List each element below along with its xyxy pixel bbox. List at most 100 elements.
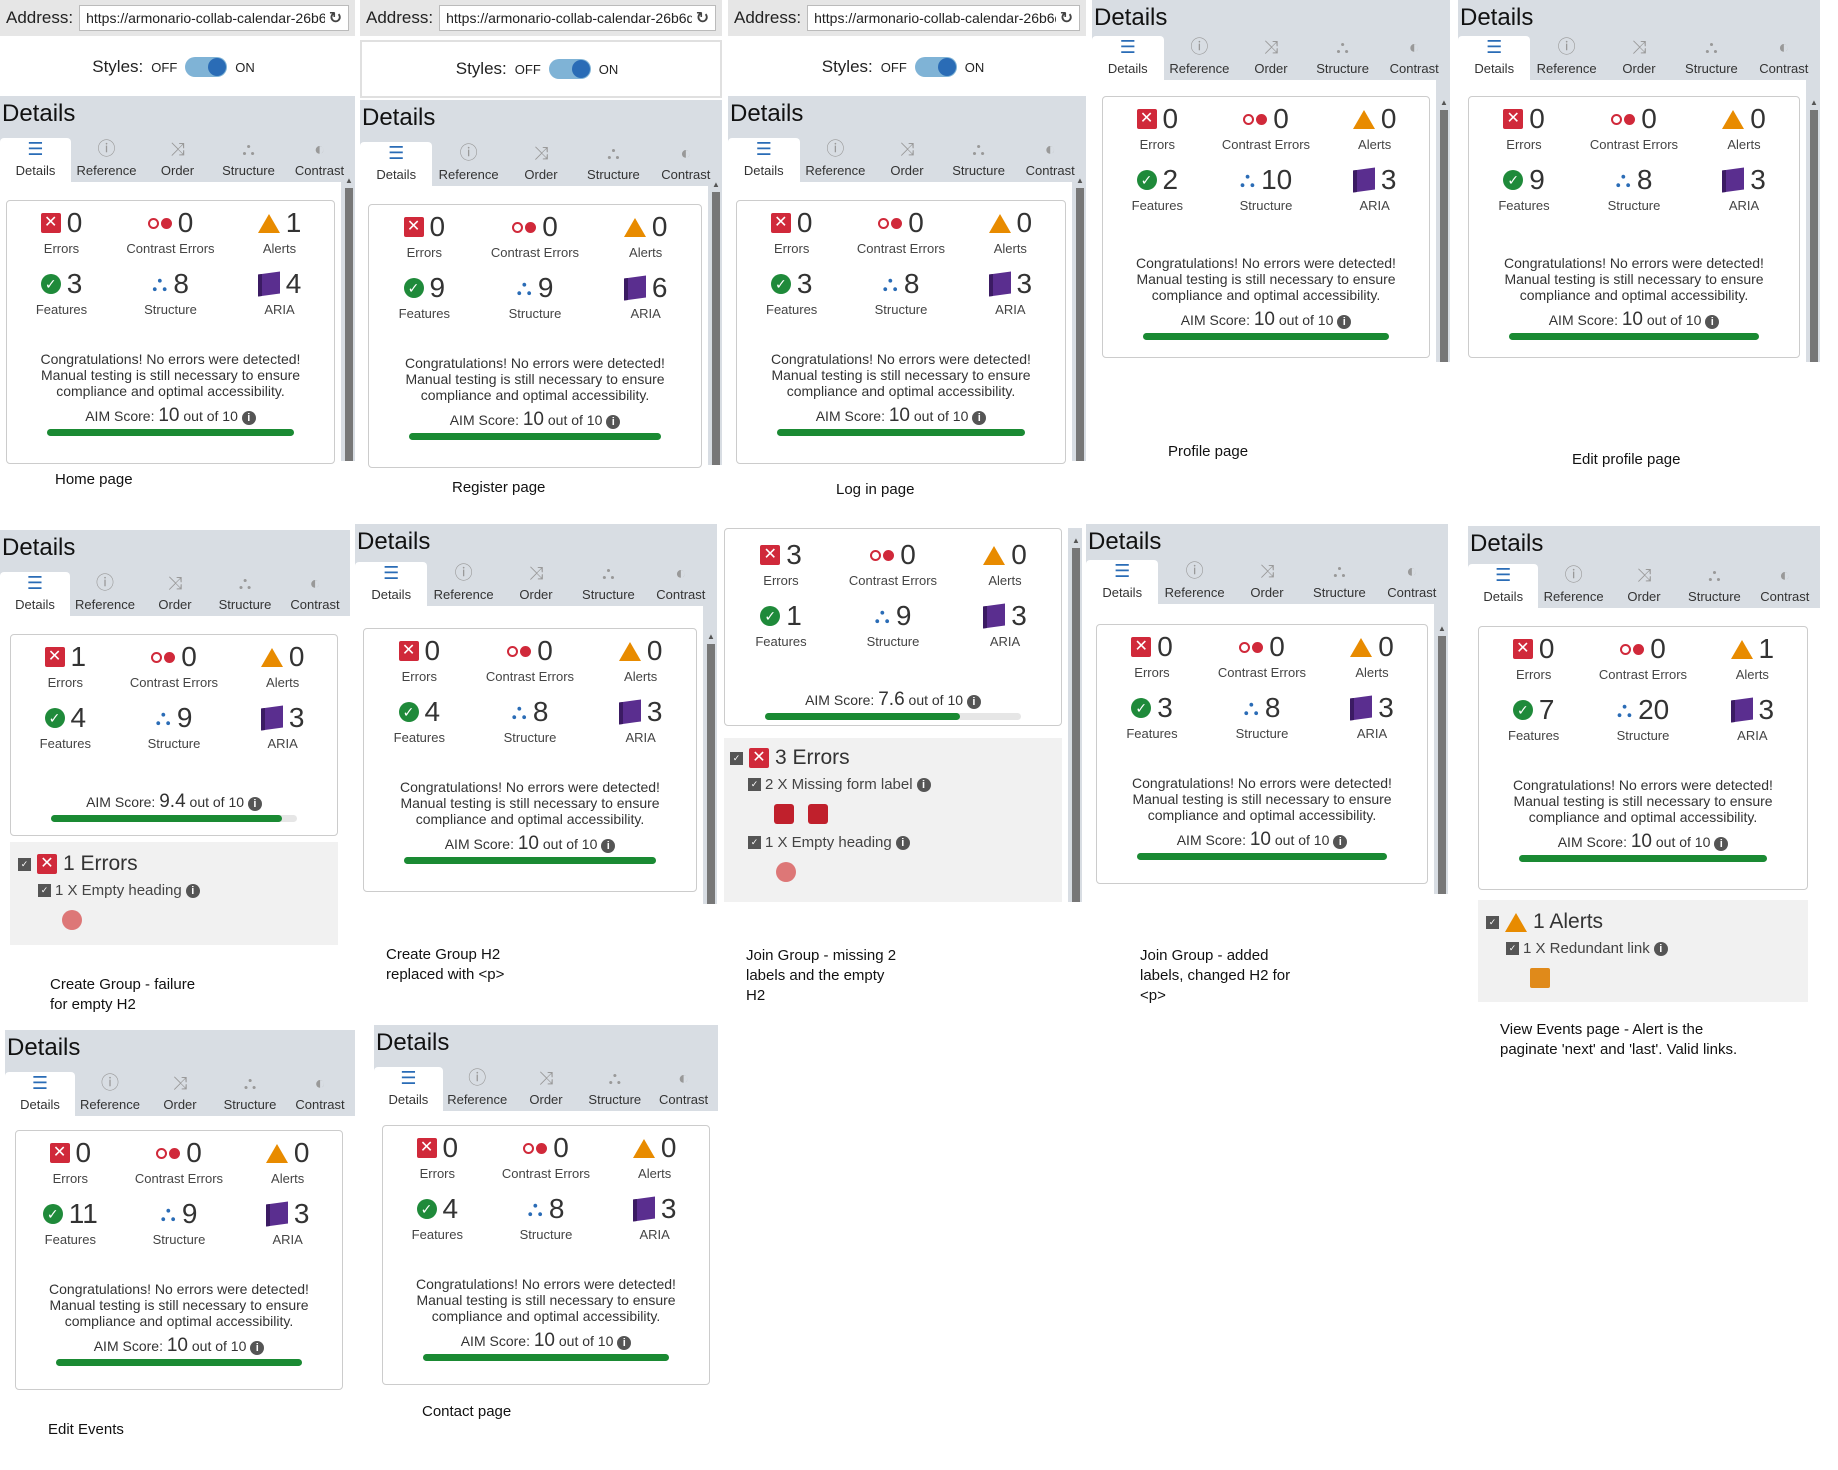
checkbox[interactable]: ✓ (38, 884, 51, 897)
scrollbar[interactable] (345, 176, 353, 461)
tab-details[interactable]: ☰ Details (360, 142, 433, 186)
tab-order[interactable]: ⤨ Order (1609, 564, 1679, 608)
scrollbar[interactable] (1076, 176, 1084, 461)
info-icon[interactable]: i (1705, 315, 1720, 329)
tab-details[interactable]: ☰ Details (1086, 560, 1159, 604)
tab-reference[interactable]: ⓘ Reference (71, 138, 142, 182)
info-icon[interactable]: i (1653, 941, 1668, 956)
tab-reference[interactable]: ⓘ Reference (432, 142, 504, 186)
scrollbar[interactable] (712, 180, 720, 465)
tab-details[interactable]: ☰ Details (374, 1067, 443, 1111)
tab-order[interactable]: ⤨ Order (145, 1072, 215, 1116)
tab-details[interactable]: ☰ Details (355, 562, 428, 606)
tab-structure[interactable]: ⛬ Structure (1675, 36, 1747, 80)
issue-item[interactable]: ✓ 1 X Empty heading i (748, 834, 910, 851)
tab-contrast[interactable]: ◐ Contrast (1376, 560, 1448, 604)
tab-structure[interactable]: ⛬ Structure (943, 138, 1015, 182)
tab-order[interactable]: ⤨ Order (1235, 36, 1307, 80)
info-icon[interactable]: i (601, 839, 616, 853)
info-icon[interactable]: i (247, 797, 262, 811)
tab-structure[interactable]: ⛬ Structure (572, 562, 644, 606)
info-icon[interactable]: i (606, 415, 621, 429)
checkbox[interactable]: ✓ (748, 778, 761, 791)
url-field[interactable]: https://armonario-collab-calendar-26b6de… (807, 5, 1080, 31)
empty-heading-icon[interactable] (62, 910, 82, 930)
checkbox[interactable]: ✓ (748, 836, 761, 849)
info-icon[interactable]: i (895, 835, 910, 850)
info-icon[interactable]: i (1337, 315, 1352, 329)
url-field[interactable]: https://armonario-collab-calendar-26b6de… (439, 5, 716, 31)
info-icon[interactable]: i (1714, 837, 1729, 851)
tab-order[interactable]: ⤨ Order (871, 138, 943, 182)
info-icon[interactable]: i (185, 883, 200, 898)
tab-order[interactable]: ⤨ Order (500, 562, 572, 606)
issue-item[interactable]: ✓ 2 X Missing form label i (748, 776, 931, 793)
tab-order[interactable]: ⤨ Order (1231, 560, 1303, 604)
info-icon[interactable]: i (250, 1341, 265, 1355)
tab-details[interactable]: ☰ Details (1458, 36, 1531, 80)
tab-details[interactable]: ☰ Details (1092, 36, 1164, 80)
tab-contrast[interactable]: ◐ Contrast (1748, 36, 1820, 80)
styles-toggle[interactable] (914, 57, 957, 77)
tab-structure[interactable]: ⛬ Structure (577, 142, 649, 186)
scrollbar[interactable] (1438, 624, 1446, 894)
tab-reference[interactable]: ⓘ Reference (1158, 560, 1230, 604)
tab-reference[interactable]: ⓘ Reference (443, 1067, 512, 1111)
scrollbar[interactable] (1440, 98, 1448, 362)
tab-reference[interactable]: ⓘ Reference (427, 562, 499, 606)
tab-contrast[interactable]: ◐ Contrast (1378, 36, 1450, 80)
tab-contrast[interactable]: ◐ Contrast (649, 1067, 718, 1111)
checkbox[interactable]: ✓ (730, 751, 743, 765)
info-icon[interactable]: i (966, 695, 981, 709)
tab-reference[interactable]: ⓘ Reference (800, 138, 872, 182)
tab-details[interactable]: ☰ Details (0, 138, 71, 182)
empty-heading-icon[interactable] (776, 862, 796, 882)
tab-details[interactable]: ☰ Details (0, 572, 70, 616)
info-icon[interactable]: i (972, 411, 987, 425)
styles-toggle[interactable] (185, 57, 228, 77)
issue-item[interactable]: ✓ 1 X Redundant link i (1506, 940, 1668, 957)
tab-contrast[interactable]: ◐ Contrast (645, 562, 717, 606)
tab-reference[interactable]: ⓘ Reference (1164, 36, 1236, 80)
tab-structure[interactable]: ⛬ Structure (580, 1067, 649, 1111)
info-icon[interactable]: i (617, 1336, 632, 1350)
tab-contrast[interactable]: ◐ Contrast (285, 1072, 355, 1116)
tab-structure[interactable]: ⛬ Structure (1307, 36, 1379, 80)
tab-reference[interactable]: ⓘ Reference (1538, 564, 1608, 608)
missing-label-icon[interactable] (774, 804, 794, 824)
redundant-link-icon[interactable] (1530, 968, 1550, 988)
info-icon[interactable]: i (1333, 835, 1348, 849)
tab-structure[interactable]: ⛬ Structure (1679, 564, 1749, 608)
issue-item[interactable]: ✓ 1 X Empty heading i (38, 882, 200, 899)
refresh-icon[interactable]: ↻ (1060, 8, 1073, 28)
styles-toggle[interactable] (548, 59, 591, 79)
tab-details[interactable]: ☰ Details (5, 1072, 75, 1116)
url-field[interactable]: https://armonario-collab-calendar-26b6de… (79, 5, 349, 31)
checkbox[interactable]: ✓ (1486, 915, 1499, 929)
tab-order[interactable]: ⤨ Order (142, 138, 213, 182)
info-icon[interactable]: i (241, 411, 256, 425)
tab-structure[interactable]: ⛬ Structure (215, 1072, 285, 1116)
tab-reference[interactable]: ⓘ Reference (70, 572, 140, 616)
tab-details[interactable]: ☰ Details (1468, 564, 1539, 608)
tab-order[interactable]: ⤨ Order (505, 142, 577, 186)
refresh-icon[interactable]: ↻ (696, 8, 709, 28)
tab-contrast[interactable]: ◐ Contrast (280, 572, 350, 616)
tab-structure[interactable]: ⛬ Structure (1303, 560, 1375, 604)
info-icon[interactable]: i (916, 777, 931, 792)
refresh-icon[interactable]: ↻ (329, 8, 342, 28)
tab-structure[interactable]: ⛬ Structure (213, 138, 284, 182)
tab-contrast[interactable]: ◐ Contrast (1750, 564, 1820, 608)
scrollbar[interactable] (707, 632, 715, 904)
tab-details[interactable]: ☰ Details (728, 138, 800, 182)
checkbox[interactable]: ✓ (1506, 942, 1519, 955)
scrollbar[interactable] (1810, 98, 1818, 362)
tab-reference[interactable]: ⓘ Reference (75, 1072, 145, 1116)
tab-order[interactable]: ⤨ Order (1603, 36, 1675, 80)
checkbox[interactable]: ✓ (18, 857, 31, 871)
tab-reference[interactable]: ⓘ Reference (1530, 36, 1602, 80)
tab-order[interactable]: ⤨ Order (140, 572, 210, 616)
scrollbar[interactable] (1072, 536, 1080, 902)
tab-structure[interactable]: ⛬ Structure (210, 572, 280, 616)
missing-label-icon[interactable] (808, 804, 828, 824)
